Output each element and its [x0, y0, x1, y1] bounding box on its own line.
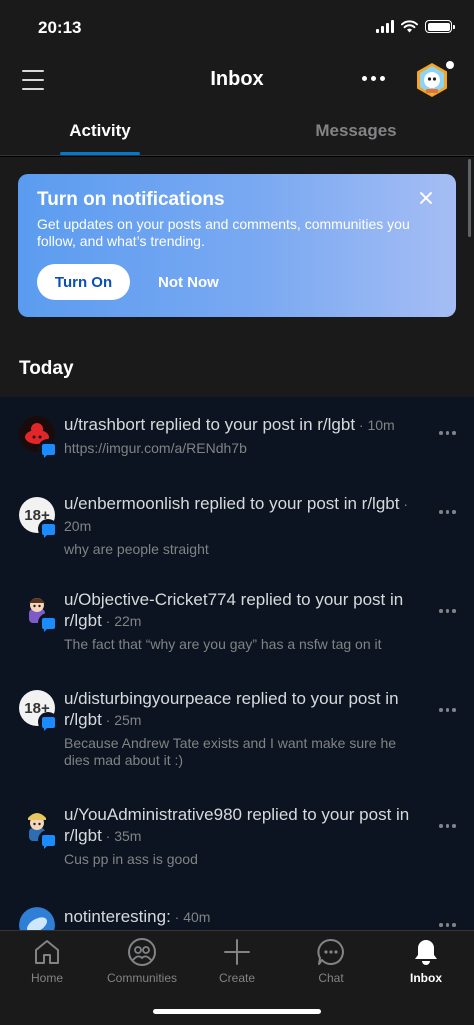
wifi-icon	[401, 20, 418, 33]
signal-icon	[376, 20, 394, 33]
notification-preview: Cus pp in ass is good	[64, 851, 198, 867]
banner-area: Turn on notifications Get updates on you…	[0, 157, 474, 337]
notification-item[interactable]: u/trashbort replied to your post in r/lg…	[0, 397, 474, 475]
nav-chat[interactable]: Chat	[286, 937, 376, 985]
home-icon	[35, 940, 59, 964]
page-title: Inbox	[210, 68, 264, 90]
more-icon[interactable]	[439, 510, 456, 514]
notification-text: u/enbermoonlish replied to your post in …	[64, 493, 424, 558]
nav-label: Inbox	[410, 971, 442, 985]
user-avatar[interactable]	[414, 61, 454, 98]
inbox-feed[interactable]: Turn on notifications Get updates on you…	[0, 157, 474, 930]
scrollbar[interactable]	[468, 159, 471, 237]
nav-inbox[interactable]: Inbox	[381, 937, 471, 985]
active-tab-indicator	[60, 152, 140, 155]
home-indicator	[153, 1009, 321, 1014]
inbox-tabs: Activity Messages	[0, 116, 474, 156]
notification-preview: https://imgur.com/a/RENdh7b	[64, 440, 247, 456]
notification-title: notinteresting:	[64, 907, 171, 926]
tab-activity[interactable]: Activity	[60, 121, 140, 141]
comment-badge-icon	[38, 712, 58, 732]
notifications-banner: Turn on notifications Get updates on you…	[18, 174, 456, 317]
notification-item[interactable]: 18+ u/enbermoonlish replied to your post…	[0, 475, 474, 567]
more-icon[interactable]	[439, 923, 456, 927]
not-now-button[interactable]: Not Now	[158, 264, 219, 300]
comment-badge-icon	[38, 613, 58, 633]
turn-on-button[interactable]: Turn On	[37, 264, 130, 300]
section-header: Today	[0, 337, 474, 397]
communities-icon	[128, 938, 156, 966]
community-avatar	[19, 907, 55, 930]
close-icon[interactable]	[416, 188, 436, 208]
nav-home[interactable]: Home	[2, 937, 92, 985]
notification-item[interactable]: 18+ u/disturbingyourpeace replied to you…	[0, 667, 474, 783]
notification-item[interactable]: u/Objective-Cricket774 replied to your p…	[0, 567, 474, 667]
nav-label: Chat	[318, 971, 344, 985]
notification-time: · 10m	[355, 417, 395, 433]
comment-badge-icon	[38, 439, 58, 459]
nav-communities[interactable]: Communities	[97, 937, 187, 985]
nav-create[interactable]: Create	[192, 937, 282, 985]
notification-text: u/Objective-Cricket774 replied to your p…	[64, 589, 424, 653]
notification-item[interactable]: u/YouAdministrative980 replied to your p…	[0, 783, 474, 887]
more-icon[interactable]	[439, 609, 456, 613]
notification-preview: why are people straight	[64, 541, 209, 557]
notification-text: u/disturbingyourpeace replied to your po…	[64, 688, 424, 769]
battery-icon	[425, 20, 455, 33]
notification-text: notinteresting: · 40m	[64, 906, 424, 928]
notification-time: · 35m	[101, 828, 142, 844]
more-icon[interactable]	[439, 431, 456, 435]
notification-time: · 40m	[170, 909, 211, 925]
status-bar: 20:13	[0, 0, 474, 56]
notification-text: u/trashbort replied to your post in r/lg…	[64, 414, 424, 457]
more-icon[interactable]	[439, 824, 456, 828]
chat-icon	[317, 938, 344, 965]
notification-title: u/enbermoonlish replied to your post in …	[64, 494, 400, 513]
comment-badge-icon	[38, 519, 58, 539]
nav-label: Communities	[106, 971, 178, 985]
notification-preview: Because Andrew Tate exists and I want ma…	[64, 735, 397, 768]
section-title: Today	[19, 358, 74, 379]
comment-badge-icon	[38, 830, 58, 850]
tab-messages[interactable]: Messages	[306, 121, 406, 141]
inbox-header: Inbox Activity Messages	[0, 56, 474, 156]
banner-description: Get updates on your posts and comments, …	[37, 216, 410, 249]
create-icon	[224, 939, 250, 965]
notification-item[interactable]: notinteresting: · 40m	[0, 887, 474, 930]
banner-title: Turn on notifications	[37, 189, 225, 210]
notification-title: u/trashbort replied to your post in r/lg…	[64, 415, 356, 434]
inbox-bell-icon	[415, 940, 437, 965]
notification-time: · 22m	[101, 613, 142, 629]
nav-label: Create	[218, 971, 256, 985]
notification-preview: The fact that “why are you gay” has a ns…	[64, 636, 382, 652]
notification-text: u/YouAdministrative980 replied to your p…	[64, 804, 424, 868]
more-icon[interactable]	[362, 76, 385, 81]
status-icons	[376, 20, 455, 33]
nav-label: Home	[30, 971, 63, 985]
notification-time: · 25m	[101, 712, 142, 728]
bottom-nav: Home Communities Create Chat Inbox	[0, 930, 474, 1025]
status-time: 20:13	[38, 18, 82, 37]
more-icon[interactable]	[439, 708, 456, 712]
